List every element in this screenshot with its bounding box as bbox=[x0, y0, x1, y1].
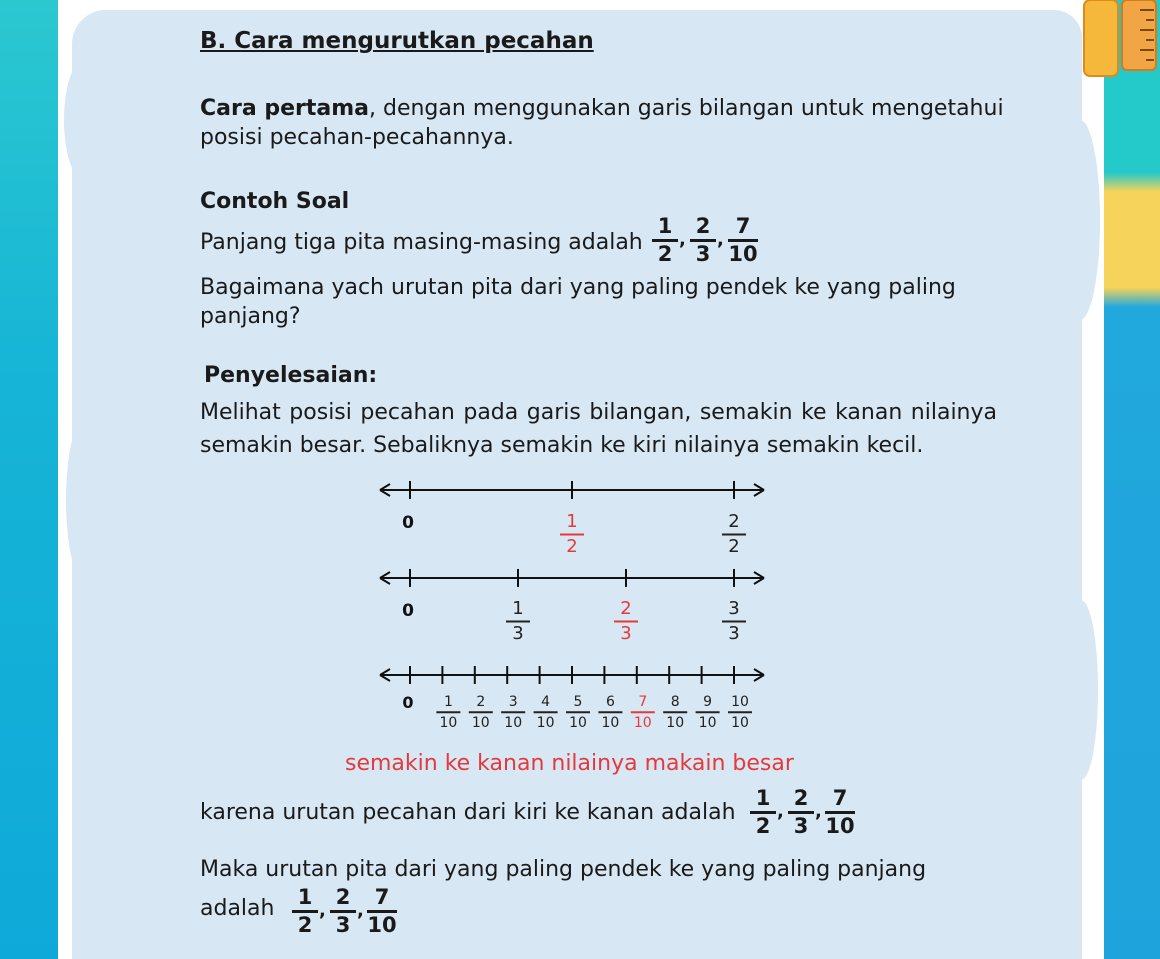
label-tenths-10-den: 10 bbox=[731, 715, 749, 731]
label-tenths-9-den: 10 bbox=[699, 715, 717, 731]
fraction: 7 10 bbox=[367, 885, 397, 937]
label-tenths-8-num: 8 bbox=[671, 694, 680, 710]
zero-label: 0 bbox=[402, 601, 414, 621]
label-tenths-5-den: 10 bbox=[569, 715, 587, 731]
label-tenths-5-num: 5 bbox=[574, 694, 583, 710]
conclusion-line-3: adalah bbox=[200, 896, 275, 921]
label-tenths-9-num: 9 bbox=[703, 694, 712, 710]
label-halves-1-num: 1 bbox=[566, 511, 577, 532]
zero-label: 0 bbox=[402, 693, 413, 712]
label-thirds-3-num: 3 bbox=[728, 598, 739, 619]
label-thirds-2-den: 3 bbox=[620, 623, 631, 644]
label-tenths-4-num: 4 bbox=[541, 694, 550, 710]
fraction: 12 bbox=[292, 886, 318, 937]
conclusion-line-2: Maka urutan pita dari yang paling pendek… bbox=[200, 857, 927, 882]
label-tenths-1-den: 10 bbox=[439, 715, 457, 731]
label-tenths-2-den: 10 bbox=[472, 715, 490, 731]
label-tenths-10-num: 10 bbox=[731, 694, 749, 710]
conclusion-line-1: karena urutan pecahan dari kiri ke kanan… bbox=[200, 800, 736, 825]
label-thirds-1-num: 1 bbox=[512, 598, 523, 619]
label-tenths-3-num: 3 bbox=[509, 694, 518, 710]
fraction: 23 bbox=[330, 886, 356, 937]
zero-label: 0 bbox=[402, 513, 414, 533]
label-tenths-6-num: 6 bbox=[606, 694, 615, 710]
fraction: 23 bbox=[788, 787, 814, 838]
fraction: 7 10 bbox=[825, 786, 855, 838]
label-tenths-8-den: 10 bbox=[666, 715, 684, 731]
label-thirds-1-den: 3 bbox=[512, 623, 523, 644]
label-tenths-1-num: 1 bbox=[444, 694, 453, 710]
label-tenths-3-den: 10 bbox=[504, 715, 522, 731]
label-tenths-7-num: 7 bbox=[638, 694, 647, 710]
label-thirds-3-den: 3 bbox=[728, 623, 739, 644]
document: B. Cara mengurutkan pecahan Cara pertama… bbox=[0, 0, 1160, 959]
label-halves-1-den: 2 bbox=[566, 536, 577, 557]
label-halves-2-den: 2 bbox=[728, 536, 739, 557]
red-note: semakin ke kanan nilainya makain besar bbox=[345, 751, 794, 776]
label-tenths-4-den: 10 bbox=[537, 715, 555, 731]
fraction: 12 bbox=[750, 787, 776, 838]
label-tenths-2-num: 2 bbox=[476, 694, 485, 710]
label-thirds-2-num: 2 bbox=[620, 598, 631, 619]
label-tenths-7-den: 10 bbox=[634, 715, 652, 731]
label-tenths-6-den: 10 bbox=[601, 715, 619, 731]
label-halves-2-num: 2 bbox=[728, 511, 739, 532]
